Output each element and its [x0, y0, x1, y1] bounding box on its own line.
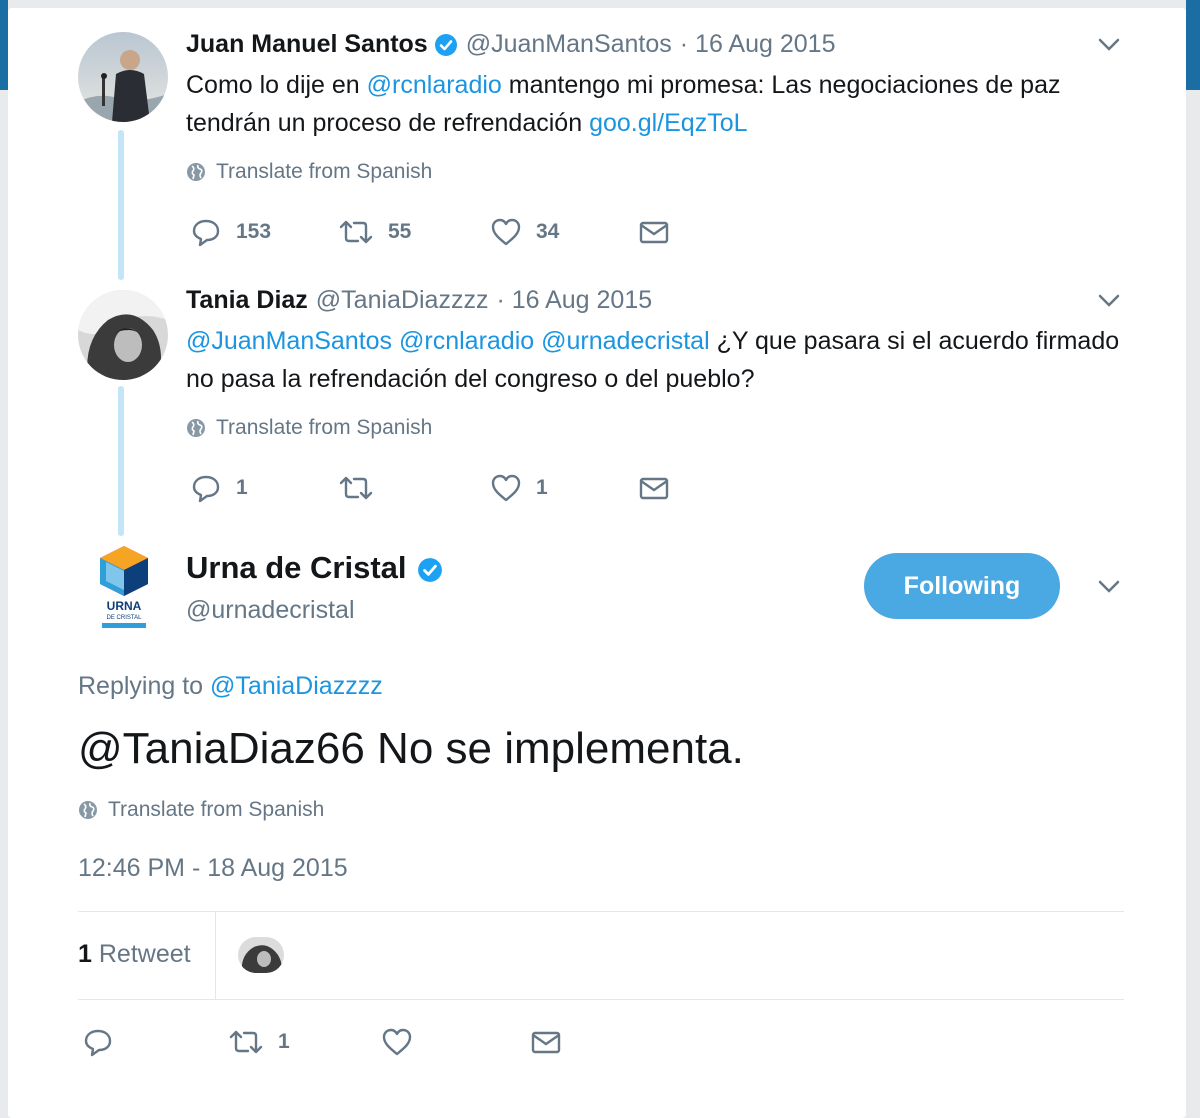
- like-count: 34: [536, 220, 560, 243]
- tweet2-retweet-button[interactable]: [338, 472, 388, 504]
- tweet2-date[interactable]: · 16 Aug 2015: [496, 286, 652, 315]
- heart-icon: [491, 218, 521, 246]
- tweet1-header: Juan Manuel Santos @JuanManSantos · 16 A…: [186, 30, 835, 59]
- replying-to-prefix: Replying to: [78, 672, 211, 700]
- background-header-left: [0, 0, 8, 90]
- tweet1-text: Como lo dije en @rcnlaradio mantengo mi …: [186, 66, 1146, 142]
- tweet2-header: Tania Diaz @TaniaDiazzzz · 16 Aug 2015: [186, 286, 652, 315]
- background-header-right: [1186, 0, 1200, 90]
- main-retweet-button[interactable]: 1: [228, 1026, 290, 1058]
- tweet1-mention-rcnlaradio[interactable]: @rcnlaradio: [367, 71, 502, 99]
- tweet1-link[interactable]: goo.gl/EqzToL: [589, 109, 747, 137]
- reply-icon: [192, 219, 220, 247]
- stats-vertical-divider: [215, 912, 216, 1000]
- retweet-icon: [229, 1030, 263, 1054]
- tweet1-author-name[interactable]: Juan Manuel Santos: [186, 30, 428, 59]
- divider: [78, 999, 1124, 1000]
- reply-count: 153: [236, 220, 272, 243]
- globe-icon: [187, 419, 205, 437]
- main-translate[interactable]: Translate from Spanish: [78, 798, 324, 822]
- retweet-count: 55: [388, 220, 412, 243]
- replying-to-handle[interactable]: @TaniaDiazzzz: [210, 672, 383, 700]
- tweet2-mention-urnadecristal[interactable]: @urnadecristal: [541, 327, 710, 355]
- logo-text-urna: URNA: [107, 599, 142, 613]
- tweet2-mention-rcnlaradio[interactable]: @rcnlaradio: [399, 327, 534, 355]
- tweet2-mention-juanmansantos[interactable]: @JuanManSantos: [186, 327, 392, 355]
- tweet1-date[interactable]: · 16 Aug 2015: [680, 30, 836, 59]
- retweet-stat-count: 1: [78, 940, 92, 968]
- globe-icon: [187, 163, 205, 181]
- thread-connector-line: [118, 130, 124, 280]
- tweet1-message-button[interactable]: [638, 216, 684, 248]
- urna-de-cristal-logo[interactable]: URNA DE CRISTAL: [96, 542, 152, 634]
- tweet2-author-handle[interactable]: @TaniaDiazzzz: [316, 286, 489, 315]
- tweet1-chevron-down-icon[interactable]: [1098, 38, 1120, 57]
- retweet-count: 1: [278, 1030, 290, 1053]
- heart-icon: [382, 1028, 412, 1056]
- envelope-icon: [639, 221, 669, 244]
- main-author-name-row: Urna de Cristal: [186, 550, 443, 586]
- tweet1-retweet-button[interactable]: 55: [338, 216, 411, 248]
- tweet1-like-button[interactable]: 34: [490, 216, 559, 248]
- tweet2-chevron-down-icon[interactable]: [1098, 294, 1120, 313]
- main-tweet-text: @TaniaDiaz66 No se implementa.: [78, 724, 744, 773]
- retweet-icon: [339, 220, 373, 244]
- retweet-stat-label: Retweet: [98, 940, 191, 968]
- main-message-button[interactable]: [530, 1026, 576, 1058]
- main-like-button[interactable]: [381, 1026, 427, 1058]
- main-author-name[interactable]: Urna de Cristal: [186, 550, 407, 586]
- replying-to: Replying to @TaniaDiazzzz: [78, 672, 383, 701]
- envelope-icon: [639, 477, 669, 500]
- retweeter-avatar[interactable]: [238, 937, 284, 973]
- translate-label: Translate from Spanish: [108, 798, 325, 821]
- tweet2-author-name[interactable]: Tania Diaz: [186, 286, 308, 315]
- reply-count: 1: [236, 476, 248, 499]
- tweet2-reply-button[interactable]: 1: [190, 472, 248, 504]
- translate-label: Translate from Spanish: [216, 416, 433, 439]
- tweet1-reply-button[interactable]: 153: [190, 216, 271, 248]
- tweet-card: Juan Manuel Santos @JuanManSantos · 16 A…: [8, 8, 1186, 1118]
- globe-icon: [79, 801, 97, 819]
- tweet1-author-handle[interactable]: @JuanManSantos: [466, 30, 672, 59]
- reply-icon: [192, 475, 220, 503]
- main-timestamp[interactable]: 12:46 PM - 18 Aug 2015: [78, 854, 348, 883]
- tweet2-translate[interactable]: Translate from Spanish: [186, 416, 432, 440]
- like-count: 1: [536, 476, 548, 499]
- tweet2-text: @JuanManSantos @rcnlaradio @urnadecrista…: [186, 322, 1146, 398]
- tweet2-message-button[interactable]: [638, 472, 684, 504]
- tweet2-like-button[interactable]: 1: [490, 472, 548, 504]
- heart-icon: [491, 474, 521, 502]
- main-chevron-down-icon[interactable]: [1098, 580, 1120, 599]
- verified-badge-icon: [417, 555, 443, 582]
- avatar-juan-manuel-santos[interactable]: [78, 32, 168, 122]
- translate-label: Translate from Spanish: [216, 160, 433, 183]
- avatar-tania-diaz[interactable]: [78, 290, 168, 380]
- main-author-handle[interactable]: @urnadecristal: [186, 596, 355, 625]
- following-button[interactable]: Following: [864, 553, 1060, 619]
- tweet1-text-part: Como lo dije en: [186, 71, 367, 99]
- verified-badge-icon: [434, 33, 458, 57]
- tweet1-translate[interactable]: Translate from Spanish: [186, 160, 432, 184]
- thread-connector-line: [118, 386, 124, 536]
- main-reply-button[interactable]: [82, 1026, 128, 1058]
- retweet-icon: [339, 476, 373, 500]
- reply-icon: [84, 1029, 112, 1057]
- envelope-icon: [531, 1031, 561, 1054]
- logo-text-de-cristal: DE CRISTAL: [107, 615, 143, 621]
- retweet-stats[interactable]: 1 Retweet: [78, 940, 191, 969]
- divider: [78, 911, 1124, 912]
